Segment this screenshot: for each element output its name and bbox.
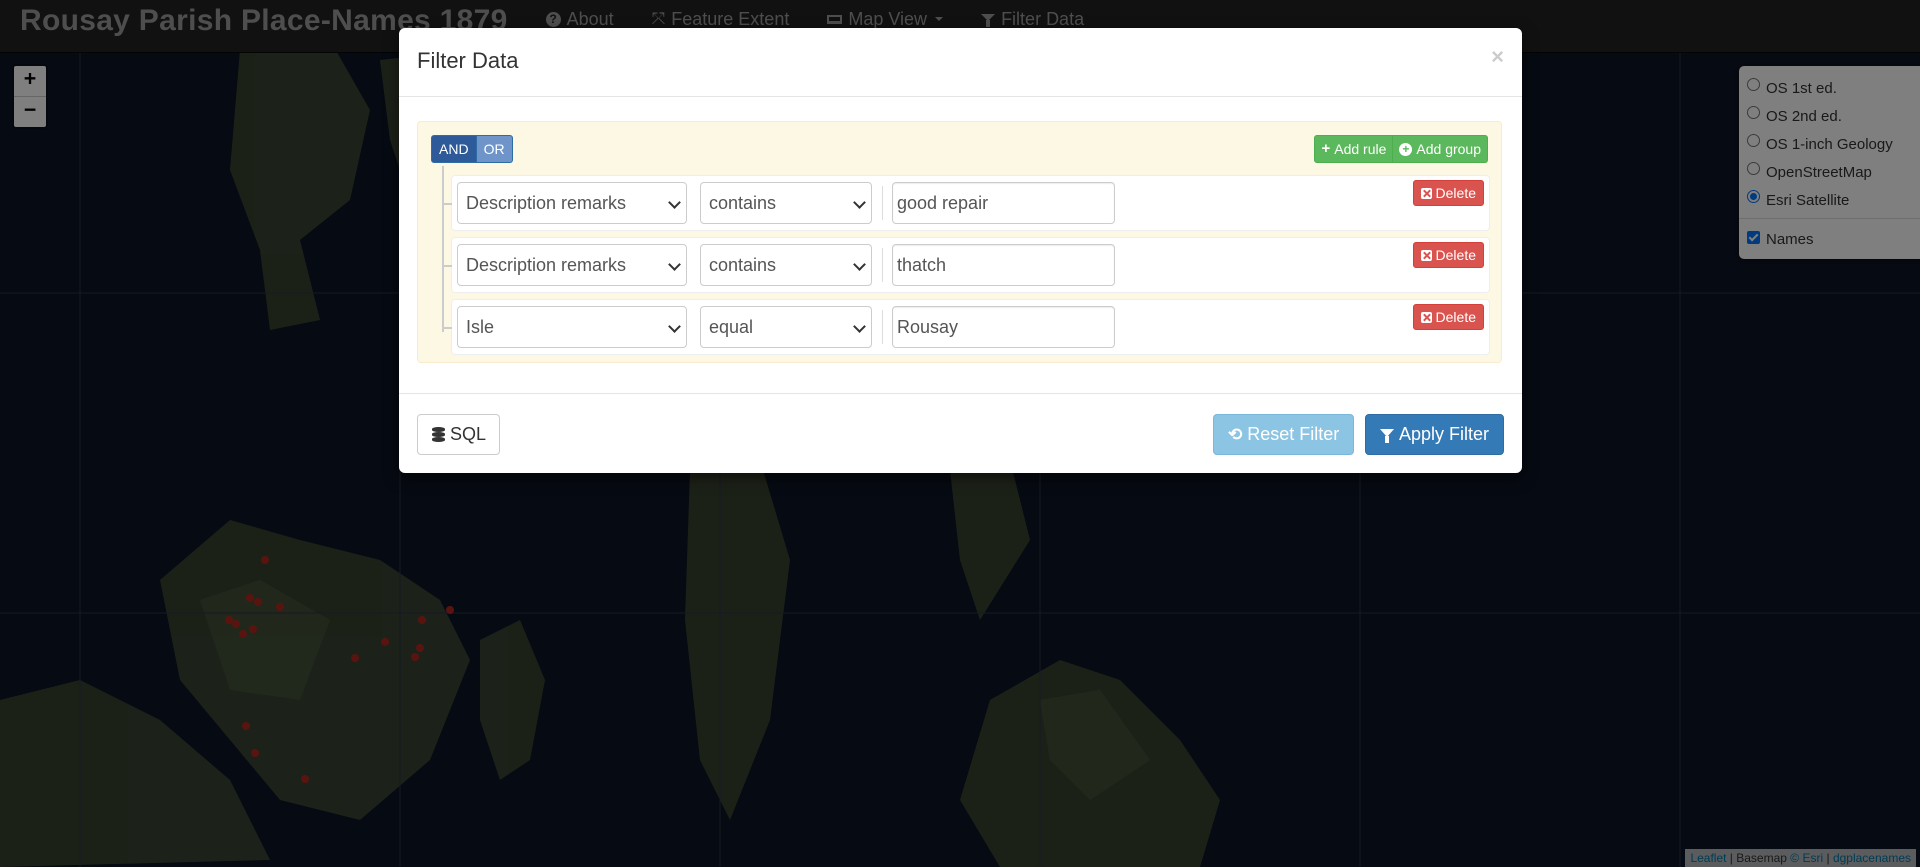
chevron-down-icon — [853, 320, 866, 333]
condition-and-button[interactable]: AND — [431, 135, 477, 163]
rule-operator-value: equal — [709, 317, 754, 337]
delete-label: Delete — [1435, 247, 1476, 263]
add-group-label: Add group — [1416, 141, 1481, 157]
rule-row: Description remarks contains good repair… — [442, 175, 1490, 231]
rule-divider — [882, 186, 883, 220]
rule-operator-value: contains — [709, 255, 777, 275]
reset-filter-label: Reset Filter — [1247, 424, 1340, 444]
reset-filter-button[interactable]: ⟲ Reset Filter — [1213, 414, 1355, 455]
plus-circle-icon: + — [1399, 142, 1413, 156]
chevron-down-icon — [668, 258, 681, 271]
add-rule-button[interactable]: + Add rule — [1314, 135, 1394, 163]
rules-tree-line — [442, 166, 444, 332]
rule-divider — [882, 310, 883, 344]
database-icon — [432, 426, 445, 443]
chevron-down-icon — [853, 258, 866, 271]
add-rule-label: Add rule — [1334, 141, 1387, 157]
rule-field-value: Description remarks — [466, 255, 627, 275]
filter-modal: Filter Data × AND OR + Add rule + Add grou… — [399, 28, 1522, 473]
query-group: AND OR + Add rule + Add group Description … — [417, 121, 1502, 363]
delete-rule-button[interactable]: Delete — [1412, 242, 1484, 268]
sql-button[interactable]: SQL — [417, 414, 501, 455]
close-icon[interactable]: × — [1491, 44, 1504, 70]
apply-filter-label: Apply Filter — [1399, 424, 1490, 444]
rule-row: Description remarks contains thatch Dele… — [442, 237, 1490, 293]
delete-label: Delete — [1435, 309, 1476, 325]
rule-operator-select[interactable]: equal — [700, 306, 872, 348]
rule-divider — [882, 248, 883, 282]
sql-label: SQL — [450, 424, 487, 444]
rule-field-select[interactable]: Description remarks — [457, 182, 687, 224]
delete-label: Delete — [1435, 185, 1476, 201]
plus-icon: + — [1321, 140, 1331, 157]
remove-icon — [1420, 187, 1432, 199]
rule-operator-select[interactable]: contains — [700, 244, 872, 286]
rule-row: Isle equal Rousay Delete — [442, 299, 1490, 355]
modal-title: Filter Data — [417, 48, 519, 73]
group-actions: + Add rule + Add group — [1314, 135, 1488, 163]
rule-value-input[interactable]: Rousay — [892, 306, 1115, 348]
rule-operator-value: contains — [709, 193, 777, 213]
modal-body: AND OR + Add rule + Add group Description … — [399, 97, 1522, 389]
remove-icon — [1420, 249, 1432, 261]
modal-header: Filter Data × — [399, 28, 1522, 97]
rule-field-value: Description remarks — [466, 193, 627, 213]
rule-field-value: Isle — [466, 317, 495, 337]
rule-value-input[interactable]: good repair — [892, 182, 1115, 224]
add-group-button[interactable]: + Add group — [1393, 135, 1488, 163]
rule-field-select[interactable]: Isle — [457, 306, 687, 348]
delete-rule-button[interactable]: Delete — [1412, 180, 1484, 206]
undo-icon: ⟲ — [1228, 425, 1243, 444]
delete-rule-button[interactable]: Delete — [1412, 304, 1484, 330]
filter-icon — [1380, 428, 1394, 443]
remove-icon — [1420, 311, 1432, 323]
apply-filter-button[interactable]: Apply Filter — [1365, 414, 1505, 455]
chevron-down-icon — [853, 196, 866, 209]
rule-value-input[interactable]: thatch — [892, 244, 1115, 286]
rule-field-select[interactable]: Description remarks — [457, 244, 687, 286]
condition-toggle: AND OR — [431, 135, 513, 163]
chevron-down-icon — [668, 196, 681, 209]
condition-or-button[interactable]: OR — [476, 135, 513, 163]
chevron-down-icon — [668, 320, 681, 333]
modal-footer: SQL ⟲ Reset Filter Apply Filter — [399, 393, 1522, 473]
rule-operator-select[interactable]: contains — [700, 182, 872, 224]
